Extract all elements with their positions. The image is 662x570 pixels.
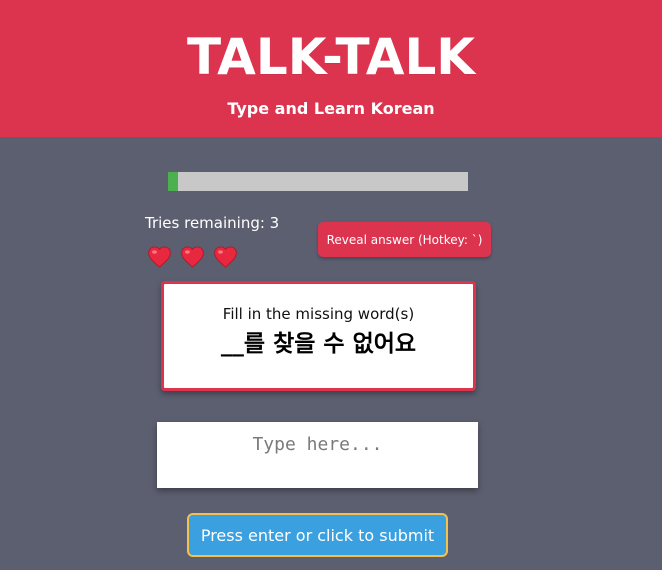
question-sentence: __를 찾을 수 없어요 [220,331,417,357]
progress-bar-fill [168,172,178,191]
answer-input[interactable] [157,422,478,488]
question-prompt: Fill in the missing word(s) [222,305,415,323]
answer-box [157,422,478,488]
app-subtitle: Type and Learn Korean [227,99,435,118]
tries-remaining-text: Tries remaining: 3 [145,214,280,232]
submit-button[interactable]: Press enter or click to submit [187,513,448,557]
heart-icon [181,246,204,268]
progress-bar [168,172,468,191]
heart-icon [214,246,237,268]
reveal-answer-button[interactable]: Reveal answer (Hotkey: `) [318,222,491,257]
lives-hearts [146,243,239,270]
question-card: Fill in the missing word(s) __를 찾을 수 없어요 [161,281,476,391]
app-header: TALK-TALK Type and Learn Korean [0,0,662,137]
app-title: TALK-TALK [186,28,476,86]
heart-icon [148,246,171,268]
